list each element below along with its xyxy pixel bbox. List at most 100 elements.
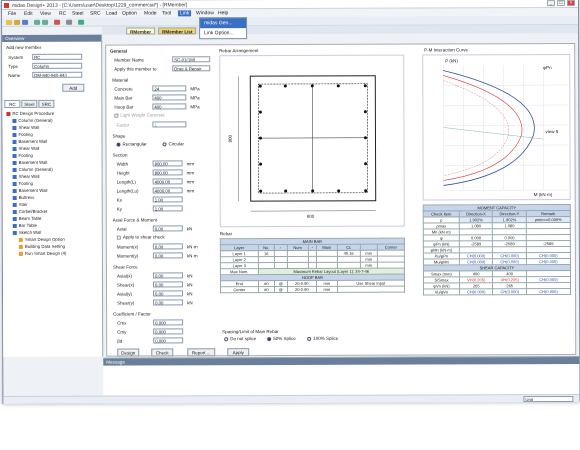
splice-none-radio[interactable] [224,337,229,342]
length-l-field[interactable]: 4000.00 [152,178,183,185]
width-field[interactable]: 800.00 [152,160,183,167]
tab-rmember-list[interactable]: RMember List [158,27,197,35]
menu-link[interactable]: Link [178,10,192,17]
report-button[interactable]: Report ... [187,348,216,357]
tree-item[interactable]: Footing [12,181,33,186]
maximize-button[interactable]: □ [557,0,566,7]
moment-y-field[interactable]: 0.00 [152,252,183,259]
menu-file[interactable]: File [8,11,16,17]
kx-field[interactable]: 1.00 [152,196,183,203]
concrete-select[interactable]: 24 [152,85,187,92]
menu-item-midas-gen[interactable]: midas Gen... [200,18,247,29]
name-field[interactable]: DM-840-940-843 [32,71,83,78]
tree-item-label: Shear Wall [18,145,40,151]
save-icon[interactable] [22,19,29,25]
tree-item[interactable]: Basement Wall [12,188,48,193]
app-logo-icon [4,2,10,8]
check-icon[interactable] [78,19,85,25]
type-select[interactable]: Column [32,62,83,69]
menu-edit[interactable]: Edit [24,11,33,17]
moment-x-field[interactable]: 0.00 [152,243,183,250]
design-button[interactable]: Design [117,348,140,357]
tree-item[interactable]: Corbel/Bracket [12,209,47,214]
print-icon[interactable] [54,19,61,25]
tree-item[interactable]: Basement Wall [12,160,47,165]
close-button[interactable]: × [567,0,576,7]
tree-item[interactable]: Shear Wall [12,145,40,151]
axial-field[interactable]: 0.00 [152,225,183,232]
main-bar-select[interactable]: 400 [152,94,187,101]
tree-item[interactable]: Footing [12,153,33,158]
minimize-button[interactable]: _ [547,0,556,7]
menu-option[interactable]: Option [122,11,137,17]
menu-window[interactable]: Window [196,10,214,16]
tree-item[interactable]: Shear Wall [12,125,39,130]
height-unit: mm [186,170,195,176]
tab-rmember[interactable]: RMember [126,27,156,35]
menu-steel[interactable]: Steel [72,11,83,17]
menu-load[interactable]: Load [106,11,117,17]
menu-mode[interactable]: Mode [144,10,157,16]
table-cell[interactable]: #0 [258,286,275,293]
shear-x-field[interactable]: 0.00 [152,281,184,288]
tree-item[interactable]: Footing [12,132,33,137]
splice-100-radio[interactable] [307,336,312,341]
table-cell[interactable]: 20-0.90 [287,286,317,293]
tab-steel[interactable]: Steel [21,99,38,108]
axial-x-field[interactable]: 0.00 [152,272,183,279]
tab-rc[interactable]: RC [4,99,21,108]
tree-item[interactable]: RC Design Procedure [6,111,54,116]
check-button[interactable]: Check [151,348,174,357]
tree-item[interactable]: Column (General) [12,167,53,172]
shear-y-field[interactable]: 0.00 [153,299,184,306]
menu-src[interactable]: SRC [90,11,101,17]
open-icon[interactable] [14,19,21,25]
menu-item-link-option[interactable]: Link Option... [200,28,246,38]
apply-shear-checkbox[interactable] [116,235,121,240]
table-row[interactable]: Center #0 @20-0.90 mm [220,286,405,293]
hoop-bar-select[interactable]: 400 [152,103,187,110]
redo-icon[interactable] [42,19,49,25]
tree-item[interactable]: Shear Wall [12,174,39,179]
tree-item[interactable]: Bar Table [12,223,37,228]
circular-radio[interactable] [162,142,167,147]
menu-tool[interactable]: Tool [162,10,171,16]
tree-item[interactable]: Buttress [12,195,34,200]
rectangular-radio[interactable] [116,142,121,147]
undo-icon[interactable] [34,19,41,25]
tree-item[interactable]: Stair [12,202,28,207]
system-select[interactable]: RC [32,53,83,60]
member-name-field[interactable]: SC-01(1M) [172,56,211,63]
tree-item[interactable]: Sketch Wall [12,230,41,235]
axial-y-field[interactable]: 0.00 [153,290,184,297]
tree-item[interactable]: Basement Wall [12,139,47,144]
menu-rc[interactable]: RC [59,11,66,17]
cmx-field[interactable]: 0.000 [153,319,184,326]
pm-legend: φPn [543,65,552,71]
apply-to-select[interactable]: Drag & Repair [172,65,211,72]
height-field[interactable]: 800.00 [152,169,183,176]
tree-item[interactable]: Smart Design Option [18,237,65,242]
settings-icon[interactable] [66,19,73,25]
factor-field[interactable]: 1 [152,121,187,128]
bd-field[interactable]: 0.000 [153,337,184,344]
tree-item[interactable]: Building Data Setting [18,244,65,249]
ky-field[interactable]: 1.00 [152,205,183,212]
menu-help[interactable]: Help [218,10,228,16]
cmy-field[interactable]: 0.000 [153,328,184,335]
light-weight-checkbox[interactable] [114,113,119,118]
status-bar: Unit [3,393,580,404]
tree-item[interactable]: Column (General) [12,118,53,123]
splice-50-radio[interactable] [267,337,272,342]
tree-item[interactable]: Run Smart Design (4) [18,251,67,256]
length-lu-field[interactable]: 4000.00 [152,187,183,194]
rebar-dot [364,162,368,166]
menu-view[interactable]: View [40,11,51,17]
new-icon[interactable] [6,19,13,25]
unit-select[interactable]: Unit [523,396,574,403]
tree-item[interactable]: Beam Table [12,216,41,221]
dimension-width: 800 [306,213,315,219]
apply-button[interactable]: Apply [227,348,250,357]
tab-src[interactable]: SRC [38,99,55,108]
add-button[interactable]: Add [62,83,85,92]
